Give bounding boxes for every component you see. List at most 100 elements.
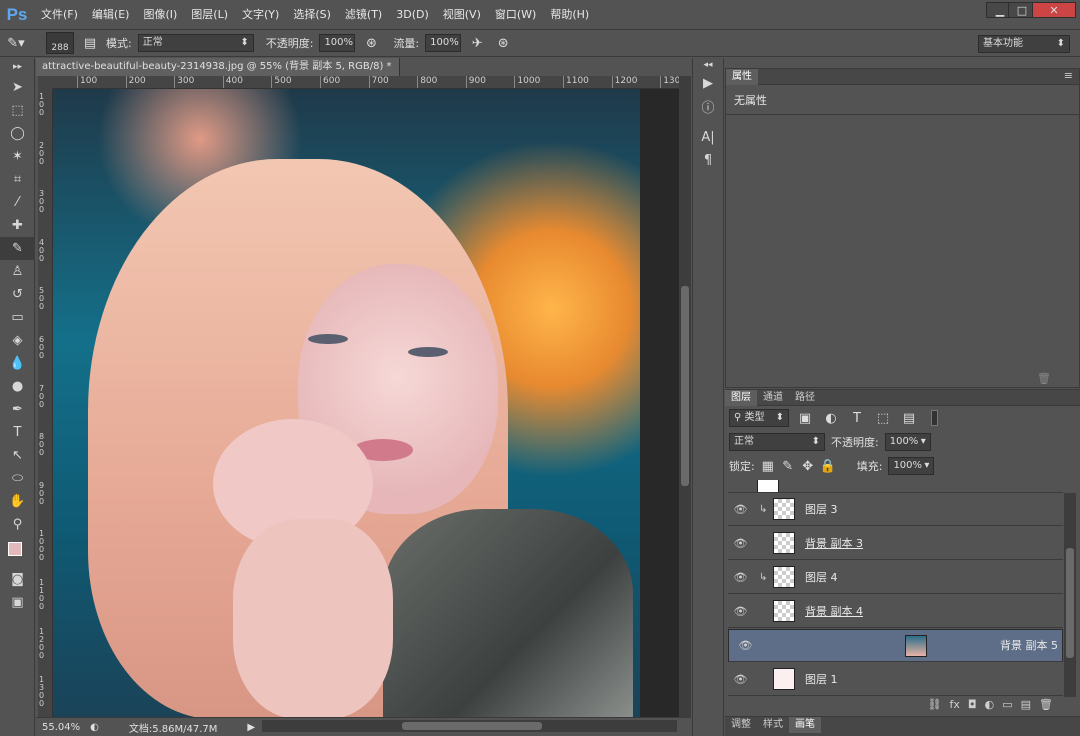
dock-expand-icon[interactable]: ◂◂ xyxy=(693,58,723,72)
layers-scroll-thumb[interactable] xyxy=(1066,548,1074,658)
layers-tab-1[interactable]: 通道 xyxy=(757,390,789,406)
healing-brush-tool-icon[interactable]: ✚ xyxy=(0,214,35,237)
menu-4[interactable]: 文字(Y) xyxy=(235,0,286,30)
ellipse-tool-icon[interactable]: ⬭ xyxy=(0,467,35,490)
menu-9[interactable]: 窗口(W) xyxy=(488,0,543,30)
visibility-eye-icon[interactable]: 👁 xyxy=(728,537,753,550)
layers-scrollbar[interactable] xyxy=(1064,493,1076,697)
filter-toggle[interactable] xyxy=(931,410,938,426)
close-window-button[interactable]: ✕ xyxy=(1032,2,1076,18)
fill-input[interactable]: 100% ▾ xyxy=(888,457,935,475)
visibility-eye-icon[interactable]: 👁 xyxy=(733,638,758,654)
partial-layer-row[interactable] xyxy=(728,480,1063,493)
filter-type-icon[interactable]: T xyxy=(847,408,867,428)
canvas-vertical-scrollbar[interactable] xyxy=(679,76,691,717)
layers-tab-0[interactable]: 图层 xyxy=(725,390,757,406)
layer-blend-mode-select[interactable]: 正常 ⬍ xyxy=(729,433,825,451)
properties-delete-icon[interactable]: 🗑 xyxy=(1037,372,1051,385)
layer-style-icon[interactable]: fx xyxy=(950,698,960,714)
paragraph-panel-icon[interactable]: ¶ xyxy=(693,149,723,172)
layer-row[interactable]: 👁 ↳ 图层 4 xyxy=(728,561,1063,594)
pen-tool-icon[interactable]: ✒ xyxy=(0,398,35,421)
bottom-tab-1[interactable]: 样式 xyxy=(757,717,789,733)
filter-adjustment-icon[interactable]: ◐ xyxy=(821,408,841,428)
layer-name[interactable]: 图层 3 xyxy=(805,501,838,517)
visibility-eye-icon[interactable]: 👁 xyxy=(728,673,753,686)
visibility-eye-icon[interactable]: 👁 xyxy=(728,571,753,584)
magic-wand-tool-icon[interactable]: ✶ xyxy=(0,145,35,168)
menu-6[interactable]: 滤镜(T) xyxy=(338,0,389,30)
menu-3[interactable]: 图层(L) xyxy=(184,0,235,30)
screen-mode-icon[interactable]: ▣ xyxy=(0,591,35,614)
hand-tool-icon[interactable]: ✋ xyxy=(0,490,35,513)
layer-filter-select[interactable]: ⚲ 类型 ⬍ xyxy=(729,409,789,427)
visibility-eye-icon[interactable]: 👁 xyxy=(728,503,753,516)
status-menu-icon[interactable]: ▶ xyxy=(247,722,255,733)
menu-8[interactable]: 视图(V) xyxy=(436,0,488,30)
color-swatches[interactable] xyxy=(0,536,34,568)
crop-tool-icon[interactable]: ⌗ xyxy=(0,168,35,191)
opacity-input[interactable]: 100% xyxy=(319,34,356,52)
canvas-horizontal-scrollbar[interactable] xyxy=(262,720,677,732)
filter-smart-object-icon[interactable]: ▤ xyxy=(899,408,919,428)
properties-tab[interactable]: 属性 xyxy=(726,69,758,85)
brush-panel-toggle-icon[interactable]: ▤ xyxy=(80,33,100,53)
workspace-select[interactable]: 基本功能 ⬍ xyxy=(978,35,1070,53)
brush-tool-icon[interactable]: ✎ xyxy=(0,237,35,260)
clone-stamp-tool-icon[interactable]: ♙ xyxy=(0,260,35,283)
foreground-color-swatch[interactable] xyxy=(8,542,22,556)
layers-tab-2[interactable]: 路径 xyxy=(789,390,821,406)
size-pressure-icon[interactable]: ⊛ xyxy=(493,33,513,53)
layer-thumbnail[interactable] xyxy=(773,566,795,588)
horizontal-scroll-thumb[interactable] xyxy=(402,722,542,730)
blur-tool-icon[interactable]: 💧 xyxy=(0,352,35,375)
filter-shape-icon[interactable]: ⬚ xyxy=(873,408,893,428)
menu-10[interactable]: 帮助(H) xyxy=(543,0,596,30)
vertical-scroll-thumb[interactable] xyxy=(681,286,689,486)
airbrush-icon[interactable]: ✈ xyxy=(467,33,487,53)
layer-opacity-input[interactable]: 100% ▾ xyxy=(884,433,931,451)
collapse-tools-icon[interactable]: ▸▸ xyxy=(0,58,35,76)
layer-thumbnail[interactable] xyxy=(773,668,795,690)
link-layers-icon[interactable]: ⛓ xyxy=(928,698,942,714)
zoom-level[interactable]: 55.04% xyxy=(42,722,80,733)
layer-thumbnail[interactable] xyxy=(773,600,795,622)
canvas-area[interactable] xyxy=(53,89,679,717)
lock-transparent-icon[interactable]: ▦ xyxy=(761,456,775,476)
layer-thumbnail[interactable] xyxy=(773,498,795,520)
layer-row[interactable]: 👁 背景 副本 3 xyxy=(728,527,1063,560)
layer-row[interactable]: 👁 背景 副本 5 xyxy=(728,629,1063,662)
delete-layer-icon[interactable]: 🗑 xyxy=(1039,698,1053,714)
actions-play-icon[interactable]: ▶ xyxy=(693,72,723,95)
layer-name[interactable]: 背景 副本 3 xyxy=(805,535,863,551)
filter-pixel-icon[interactable]: ▣ xyxy=(795,408,815,428)
layer-name[interactable]: 背景 副本 5 xyxy=(1000,638,1058,654)
character-panel-icon[interactable]: A| xyxy=(693,126,723,149)
brush-preset-icon[interactable]: ✎▾ xyxy=(6,33,26,53)
info-icon[interactable]: ⓘ xyxy=(693,95,723,118)
paint-bucket-tool-icon[interactable]: ◈ xyxy=(0,329,35,352)
path-selection-tool-icon[interactable]: ↖ xyxy=(0,444,35,467)
bottom-tab-2[interactable]: 画笔 xyxy=(789,717,821,733)
layer-name[interactable]: 背景 副本 4 xyxy=(805,603,863,619)
new-group-icon[interactable]: ▭ xyxy=(1002,698,1012,714)
panel-menu-icon[interactable]: ≡ xyxy=(1064,69,1073,82)
lock-position-icon[interactable]: ✥ xyxy=(801,456,815,476)
layer-row[interactable]: 👁 图层 1 xyxy=(728,663,1063,696)
menu-2[interactable]: 图像(I) xyxy=(136,0,184,30)
layer-name[interactable]: 图层 4 xyxy=(805,569,838,585)
layer-thumbnail[interactable] xyxy=(904,634,927,657)
flow-input[interactable]: 100% xyxy=(425,34,462,52)
menu-0[interactable]: 文件(F) xyxy=(34,0,85,30)
lock-all-icon[interactable]: 🔒 xyxy=(820,456,836,476)
menu-5[interactable]: 选择(S) xyxy=(286,0,338,30)
new-layer-icon[interactable]: ▤ xyxy=(1021,698,1031,714)
layer-row[interactable]: 👁 背景 副本 4 xyxy=(728,595,1063,628)
dodge-tool-icon[interactable]: ● xyxy=(0,375,35,398)
status-info-icon[interactable]: ◐ xyxy=(90,722,99,733)
visibility-eye-icon[interactable]: 👁 xyxy=(728,605,753,618)
bottom-tab-0[interactable]: 调整 xyxy=(725,717,757,733)
layer-name[interactable]: 图层 1 xyxy=(805,671,838,687)
opacity-pressure-icon[interactable]: ⊛ xyxy=(361,33,381,53)
mode-select[interactable]: 正常 ⬍ xyxy=(137,34,254,52)
